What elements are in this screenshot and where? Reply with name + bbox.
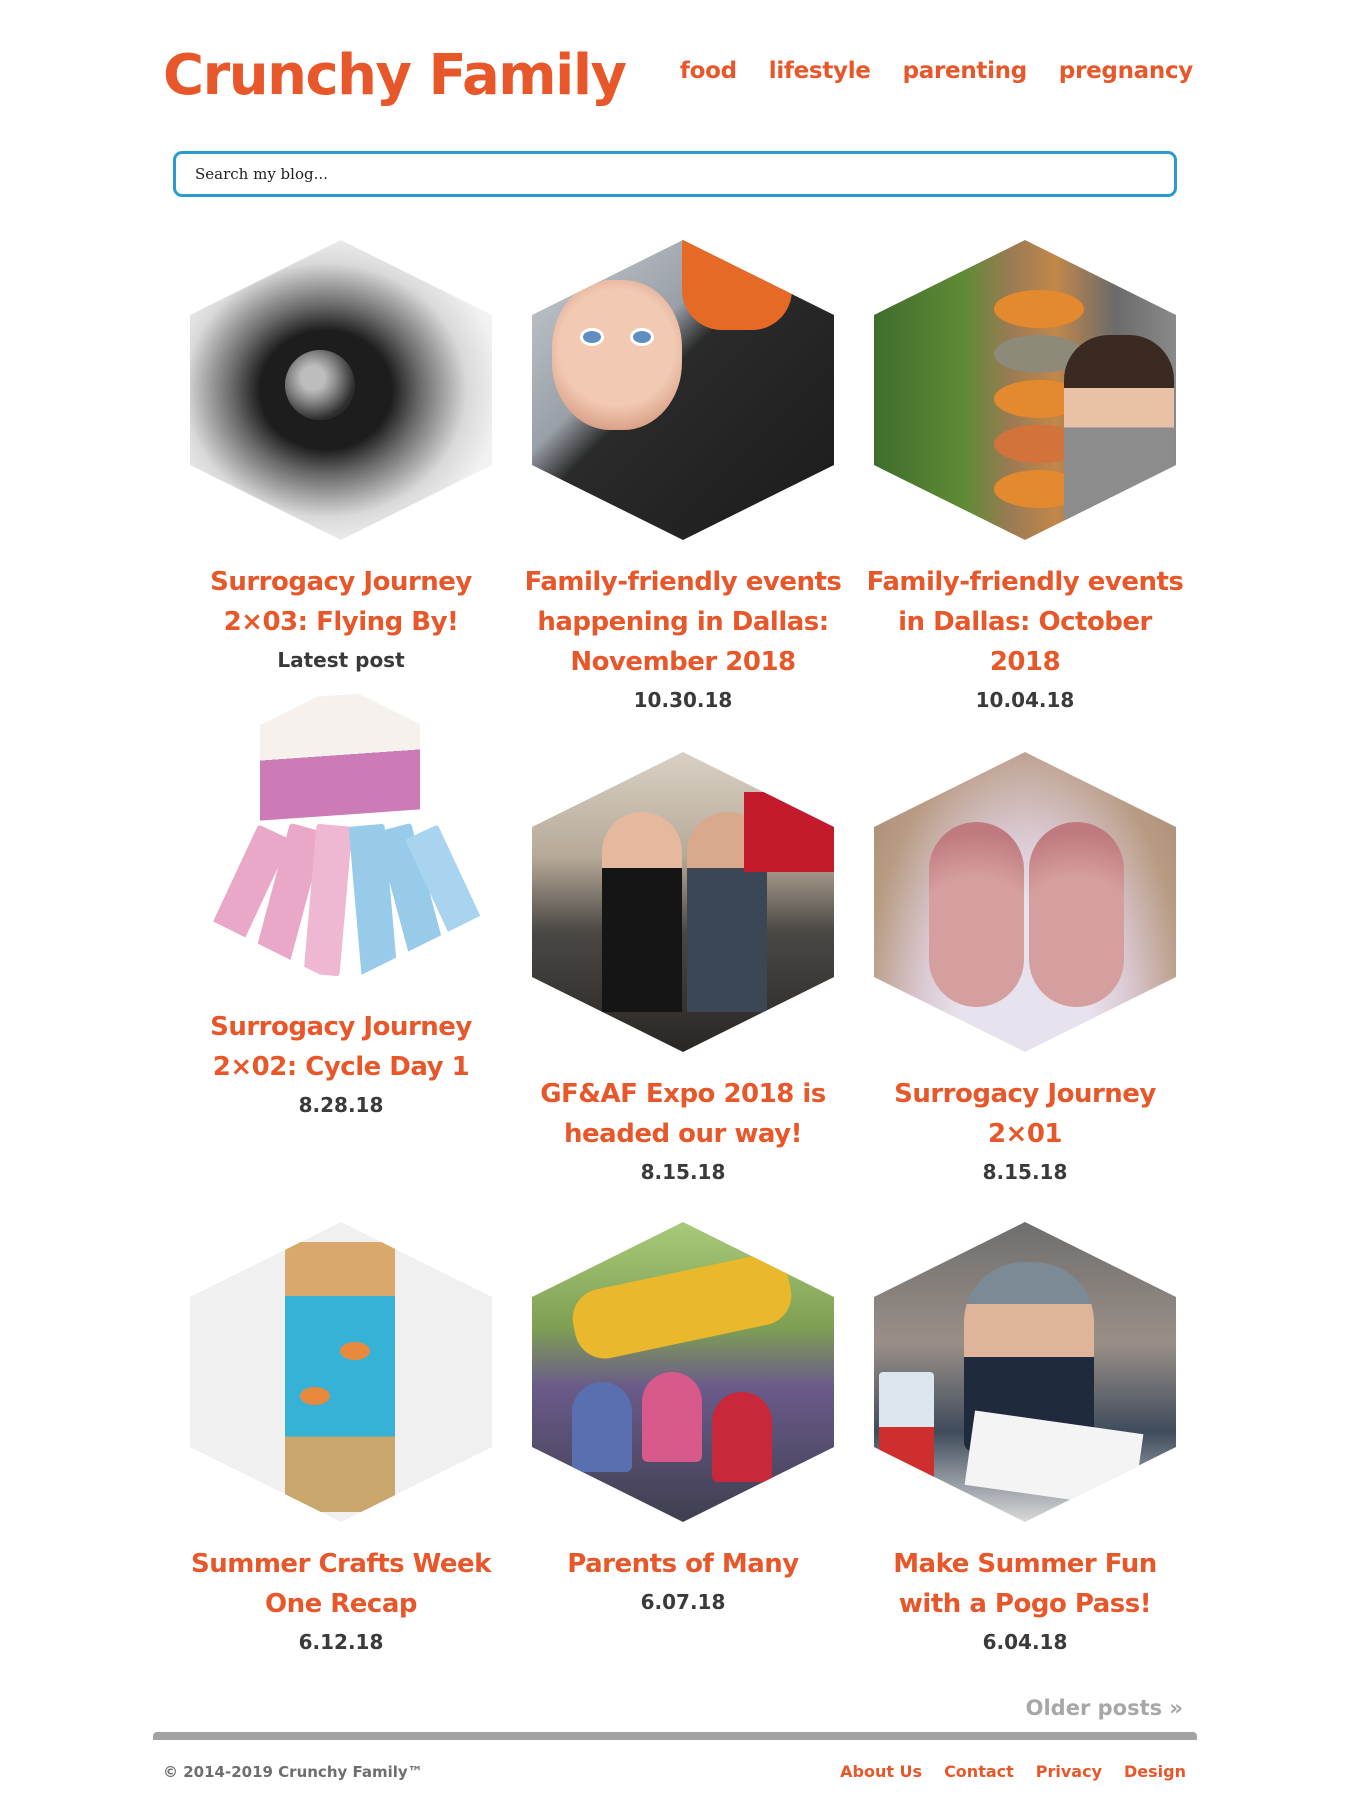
copyright: © 2014-2019 Crunchy Family™ [163,1763,423,1781]
post-title[interactable]: Make Summer Fun with a Pogo Pass! [865,1544,1185,1624]
post-title[interactable]: Parents of Many [523,1544,843,1584]
nav-item-food[interactable]: food [680,58,737,84]
post-thumbnail[interactable] [532,240,834,540]
post-thumbnail[interactable] [190,240,492,540]
post-title[interactable]: Surrogacy Journey 2×01 [865,1074,1185,1154]
post-card[interactable]: GF&AF Expo 2018 is headed our way! 8.15.… [512,748,854,1218]
nav-item-pregnancy[interactable]: pregnancy [1059,58,1193,84]
search-box [173,151,1177,197]
post-thumbnail[interactable] [874,240,1176,540]
post-date: 6.04.18 [982,1630,1068,1654]
post-card[interactable]: Family-friendly events happening in Dall… [512,236,854,748]
post-card[interactable]: Surrogacy Journey 2×02: Cycle Day 1 8.28… [170,681,512,1151]
site-logo[interactable]: Crunchy Family [163,40,627,112]
post-title[interactable]: Surrogacy Journey 2×02: Cycle Day 1 [181,1007,501,1087]
post-date: 10.30.18 [633,688,733,712]
post-thumbnail[interactable] [874,1222,1176,1522]
footer-divider [153,1732,1197,1740]
post-date: 8.15.18 [982,1160,1068,1184]
nav-item-parenting[interactable]: parenting [903,58,1028,84]
post-thumbnail[interactable] [532,1222,834,1522]
main-nav: food lifestyle parenting pregnancy [680,58,1193,84]
post-date: 8.28.18 [298,1093,384,1117]
post-thumbnail[interactable] [190,1222,492,1522]
post-date: 8.15.18 [640,1160,726,1184]
post-card[interactable]: Summer Crafts Week One Recap 6.12.18 [170,1218,512,1654]
site-header: Crunchy Family food lifestyle parenting … [163,40,1193,120]
post-grid: Surrogacy Journey 2×03: Flying By! Lates… [170,236,1196,1654]
post-card[interactable]: Surrogacy Journey 2×03: Flying By! Lates… [170,236,512,681]
footer-nav: About Us Contact Privacy Design [840,1762,1186,1781]
post-thumbnail[interactable] [532,752,834,1052]
post-title[interactable]: GF&AF Expo 2018 is headed our way! [523,1074,843,1154]
search-input[interactable] [176,154,1174,194]
post-card[interactable]: Make Summer Fun with a Pogo Pass! 6.04.1… [854,1218,1196,1654]
post-title[interactable]: Summer Crafts Week One Recap [181,1544,501,1624]
nav-item-lifestyle[interactable]: lifestyle [769,58,871,84]
older-posts-link[interactable]: Older posts » [1026,1696,1183,1720]
post-thumbnail[interactable] [190,685,492,985]
footer-link-design[interactable]: Design [1124,1762,1186,1781]
post-title[interactable]: Family-friendly events in Dallas: Octobe… [865,562,1185,682]
post-date: 6.12.18 [298,1630,384,1654]
post-date: 10.04.18 [975,688,1075,712]
post-title[interactable]: Surrogacy Journey 2×03: Flying By! [181,562,501,642]
footer-link-contact[interactable]: Contact [944,1762,1014,1781]
footer-link-privacy[interactable]: Privacy [1036,1762,1102,1781]
post-date: 6.07.18 [640,1590,726,1614]
footer-link-about-us[interactable]: About Us [840,1762,922,1781]
post-date: Latest post [277,648,405,672]
post-card[interactable]: Parents of Many 6.07.18 [512,1218,854,1648]
post-thumbnail[interactable] [874,752,1176,1052]
post-card[interactable]: Family-friendly events in Dallas: Octobe… [854,236,1196,748]
post-card[interactable]: Surrogacy Journey 2×01 8.15.18 [854,748,1196,1218]
post-title[interactable]: Family-friendly events happening in Dall… [523,562,843,682]
